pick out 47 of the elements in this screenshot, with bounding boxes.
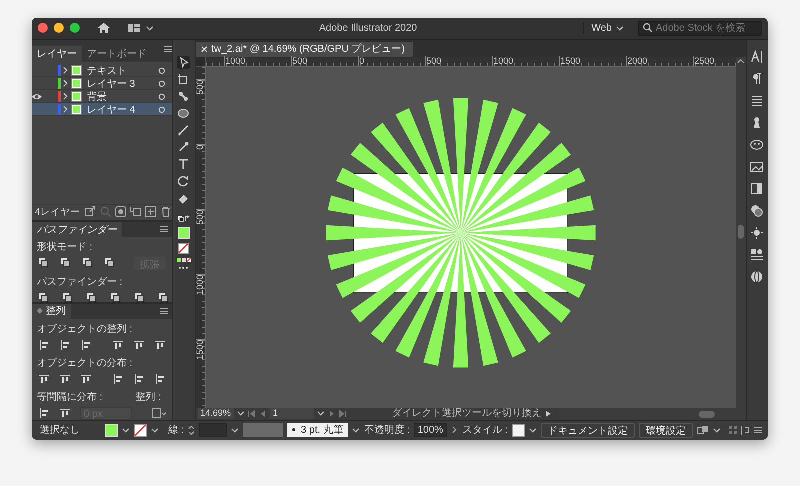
ruler-label: 500 [196, 208, 204, 225]
layer-row[interactable]: レイヤー 3 [32, 76, 172, 90]
ruler-label: 500 [290, 56, 308, 66]
layer-name: レイヤー 3 [86, 78, 136, 91]
ruler-label: 2500 [692, 56, 715, 66]
workspace-menu[interactable]: Web [582, 22, 632, 34]
document-title: tw_2.ai* @ 14.69% (RGB/GPU プレビュー) [212, 42, 406, 56]
status-hint: ダイレクト選択ツールを切り換え [392, 408, 542, 419]
search-field[interactable]: Adobe Stock を検索 [638, 20, 762, 36]
stroke-label: 線 : [168, 424, 184, 438]
section-label: 等間隔に分布 : [36, 390, 104, 405]
layer-name: テキスト [86, 64, 128, 78]
ruler-label: 0 [358, 56, 365, 66]
ruler-label: 1000 [492, 56, 514, 66]
opacity-label: 不透明度 : [364, 424, 410, 438]
ruler-label: 2000 [626, 56, 648, 66]
ruler-label: 500 [424, 56, 442, 66]
brush-name: 3 pt. 丸筆 [301, 424, 344, 438]
layer-name: 背景 [86, 90, 108, 104]
window-title: Adobe Illustrator 2020 [318, 22, 418, 34]
section-label: パスファインダー : [36, 276, 124, 290]
ruler-label: 0 [196, 144, 204, 150]
section-label: 整列 : [134, 390, 162, 405]
layer-row[interactable]: レイヤー 4 [32, 102, 172, 116]
settings-button[interactable]: ドキュメント設定 [541, 422, 635, 438]
zoom-field[interactable]: 14.69% [198, 408, 234, 420]
settings-button[interactable]: 環境設定 [639, 422, 693, 438]
panel-tab[interactable]: パスファインダー [32, 222, 122, 237]
selection-status: 選択なし [40, 424, 80, 438]
ruler-label: 1500 [558, 56, 581, 66]
section-label: オブジェクトの分布 : [36, 356, 134, 371]
ruler-label: 1000 [224, 56, 246, 66]
artboard-field[interactable]: 1 [270, 408, 314, 420]
ruler-label: 1500 [196, 338, 204, 360]
panel-tab[interactable]: レイヤー [32, 46, 82, 62]
layer-name: レイヤー 4 [86, 104, 136, 117]
ruler-label: 500 [196, 78, 204, 95]
style-label: スタイル : [462, 424, 508, 438]
section-label: 形状モード : [36, 240, 94, 255]
document-tab[interactable]: tw_2.ai* @ 14.69% (RGB/GPU プレビュー) [196, 42, 414, 57]
panel-tab[interactable]: 整列 [32, 304, 71, 319]
layer-count: 4レイヤー [35, 206, 80, 219]
brush-field[interactable]: 3 pt. 丸筆 [287, 423, 348, 438]
layer-row[interactable]: テキスト [32, 64, 172, 77]
ruler-label: 1000 [196, 274, 204, 295]
opacity-field[interactable]: 100% [414, 423, 448, 438]
section-label: オブジェクトの整列 : [36, 322, 134, 337]
